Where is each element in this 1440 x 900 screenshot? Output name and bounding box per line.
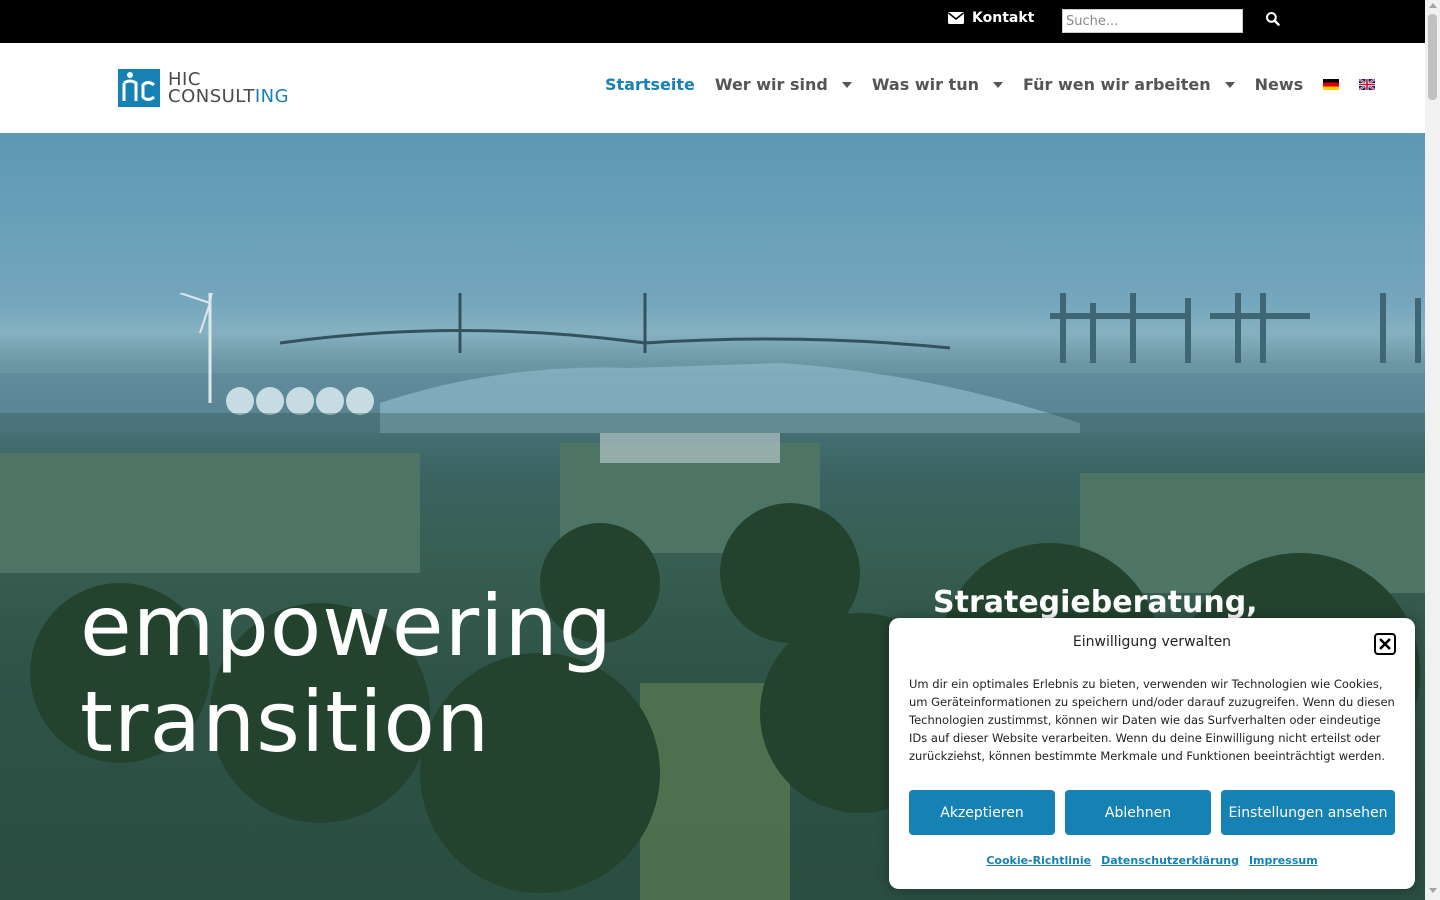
- logo-line2-prefix: CONSULT: [168, 86, 255, 107]
- cookie-policy-link[interactable]: Cookie-Richtlinie: [986, 854, 1091, 867]
- logo-link[interactable]: HIC CONSULTING: [118, 67, 289, 109]
- logo-line2: CONSULTING: [168, 86, 290, 107]
- contact-link[interactable]: Kontakt: [948, 10, 1034, 26]
- top-bar: Kontakt: [0, 0, 1425, 43]
- scrollbar-thumb[interactable]: [1428, 14, 1437, 100]
- nav-label: Was wir tun: [871, 75, 979, 94]
- hero-title-line2: transition: [80, 673, 491, 771]
- cookie-consent-dialog: Einwilligung verwalten Um dir ein optima…: [889, 618, 1415, 889]
- hero-subtitle: Strategieberatung,: [933, 585, 1258, 620]
- scroll-down-icon[interactable]: [1429, 888, 1437, 893]
- hero-title-line1: empowering: [80, 577, 614, 675]
- contact-label: Kontakt: [972, 10, 1035, 26]
- chevron-down-icon: [841, 81, 852, 88]
- search-button[interactable]: [1263, 10, 1283, 30]
- nav-item-was-wir-tun[interactable]: Was wir tun: [872, 75, 1003, 94]
- nav-item-startseite[interactable]: Startseite: [605, 75, 695, 94]
- cookie-links: Cookie-Richtlinie Datenschutzerklärung I…: [889, 854, 1415, 867]
- nav-label: Startseite: [605, 75, 695, 94]
- close-button[interactable]: [1374, 633, 1396, 655]
- nav-item-fuer-wen-wir-arbeiten[interactable]: Für wen wir arbeiten: [1023, 75, 1235, 94]
- scrollbar[interactable]: [1425, 0, 1440, 900]
- nav-label: Für wen wir arbeiten: [1022, 75, 1211, 94]
- deny-button[interactable]: Ablehnen: [1065, 790, 1211, 835]
- nav-label: Wer wir sind: [714, 75, 828, 94]
- chevron-down-icon: [1224, 81, 1235, 88]
- cookie-text: Um dir ein optimales Erlebnis zu bieten,…: [909, 677, 1395, 763]
- accept-button[interactable]: Akzeptieren: [909, 790, 1055, 835]
- envelope-icon: [948, 12, 964, 24]
- logo-text: HIC CONSULTING: [168, 71, 290, 107]
- settings-button[interactable]: Einstellungen ansehen: [1221, 790, 1395, 835]
- logo-line2-suffix: ING: [254, 86, 290, 107]
- search-icon: [1266, 11, 1280, 26]
- hic-logo-icon: [118, 69, 160, 107]
- imprint-link[interactable]: Impressum: [1249, 854, 1318, 867]
- cookie-title: Einwilligung verwalten: [1072, 634, 1232, 650]
- privacy-policy-link[interactable]: Datenschutzerklärung: [1101, 854, 1239, 867]
- site-header: HIC CONSULTING Startseite Wer wir sind W…: [0, 43, 1425, 133]
- hero-title: empowering transition: [80, 578, 613, 770]
- main-nav: Startseite Wer wir sind Was wir tun Für …: [605, 75, 1395, 94]
- nav-item-wer-wir-sind[interactable]: Wer wir sind: [715, 75, 852, 94]
- scroll-up-icon[interactable]: [1429, 3, 1437, 8]
- chevron-down-icon: [992, 81, 1003, 88]
- nav-item-news[interactable]: News: [1255, 75, 1304, 94]
- close-icon: [1379, 638, 1391, 650]
- search-input[interactable]: [1062, 9, 1243, 33]
- nav-label: News: [1254, 75, 1304, 94]
- en-flag-icon[interactable]: [1359, 79, 1376, 90]
- de-flag-icon[interactable]: [1323, 79, 1340, 90]
